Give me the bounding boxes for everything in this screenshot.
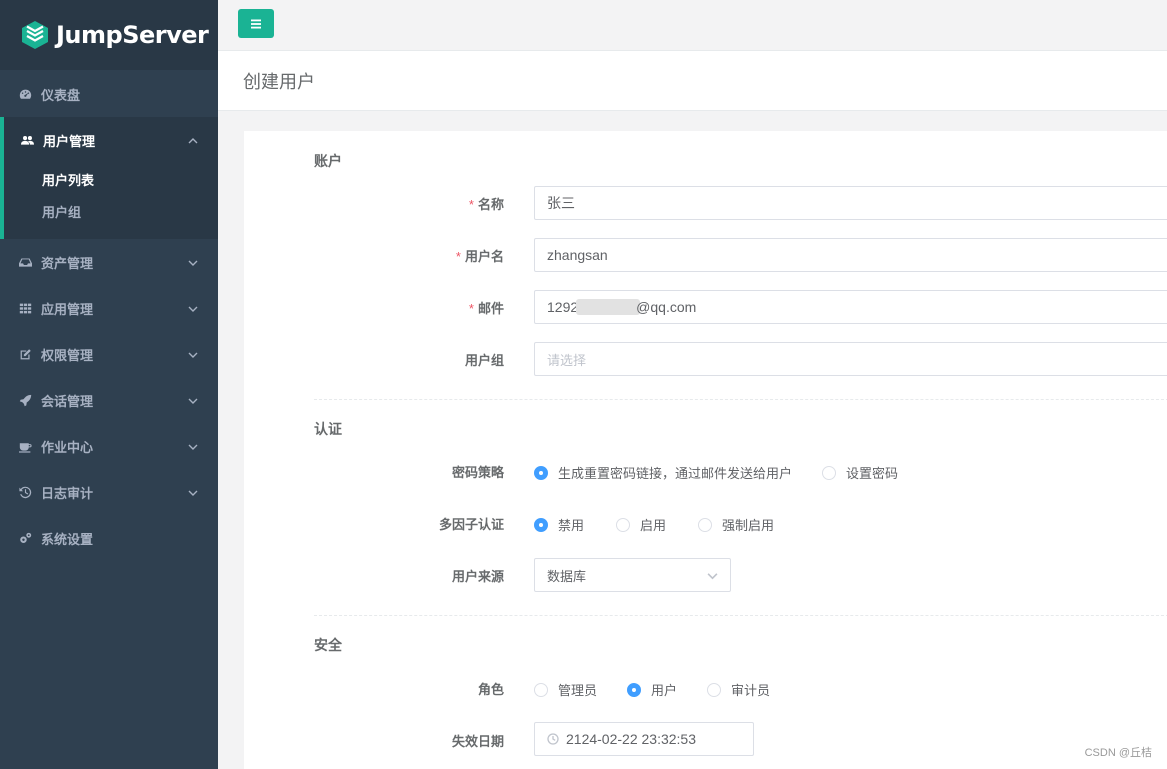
sidebar-subitem-user-list[interactable]: 用户列表 xyxy=(4,163,218,195)
inbox-icon xyxy=(18,255,32,269)
sidebar-item-applications[interactable]: 应用管理 xyxy=(0,285,218,331)
sidebar-item-label: 作业中心 xyxy=(41,439,94,455)
sidebar: JumpServer 仪表盘 用户管理 用户列表 用户组 资产管理 应用管理 权… xyxy=(0,0,218,769)
required-marker: * xyxy=(455,249,461,264)
sidebar-item-label: 资产管理 xyxy=(41,255,94,271)
chevron-down-icon xyxy=(188,394,198,404)
page-heading: 创建用户 xyxy=(218,51,1167,111)
radio-option-reset-link[interactable]: 生成重置密码链接，通过邮件发送给用户 xyxy=(534,463,792,482)
role-radio-group: 管理员 用户 审计员 xyxy=(534,680,800,699)
required-marker: * xyxy=(468,301,474,316)
mfa-radio-group: 禁用 启用 强制启用 xyxy=(534,515,804,534)
sidebar-item-label: 会话管理 xyxy=(41,393,94,409)
sidebar-item-label: 系统设置 xyxy=(41,531,94,547)
top-navbar xyxy=(218,0,1167,51)
radio-option-role-user[interactable]: 用户 xyxy=(627,680,677,699)
name-input[interactable]: 张三 xyxy=(534,186,1167,220)
coffee-icon xyxy=(18,439,32,453)
sidebar-item-label: 用户管理 xyxy=(43,133,96,149)
radio-checked-icon xyxy=(534,465,548,480)
page-title: 创建用户 xyxy=(243,72,315,92)
password-strategy-label: 密码策略 xyxy=(451,465,504,480)
redacted-blur xyxy=(576,299,641,315)
clock-icon xyxy=(547,733,559,745)
sidebar-item-label: 日志审计 xyxy=(41,485,94,501)
source-select[interactable]: 数据库 xyxy=(534,558,731,592)
expiry-label: 失效日期 xyxy=(451,734,504,749)
logo[interactable]: JumpServer xyxy=(0,0,218,70)
name-label: * 名称 xyxy=(468,197,504,212)
gears-icon xyxy=(18,531,32,545)
radio-unchecked-icon xyxy=(534,682,548,697)
hamburger-icon xyxy=(251,19,261,28)
source-label: 用户来源 xyxy=(451,569,504,584)
sidebar-item-dashboard[interactable]: 仪表盘 xyxy=(0,71,218,117)
sidebar-item-label: 仪表盘 xyxy=(41,87,81,103)
radio-unchecked-icon xyxy=(822,465,837,480)
radio-option-mfa-enabled[interactable]: 启用 xyxy=(616,515,666,534)
radio-unchecked-icon xyxy=(698,517,713,532)
chevron-down-icon xyxy=(188,486,198,496)
edit-icon xyxy=(18,347,32,361)
password-strategy-radio-group: 生成重置密码链接，通过邮件发送给用户 设置密码 xyxy=(534,463,928,482)
mfa-label: 多因子认证 xyxy=(438,517,504,532)
radio-unchecked-icon xyxy=(616,517,631,532)
sidebar-item-jobs[interactable]: 作业中心 xyxy=(0,423,218,469)
section-title-security: 安全 xyxy=(314,637,342,653)
chevron-down-icon xyxy=(188,256,198,266)
user-group-select[interactable]: 请选择 xyxy=(534,342,1167,376)
dashboard-icon xyxy=(18,87,32,101)
section-title-auth: 认证 xyxy=(314,421,342,437)
grid-icon xyxy=(18,301,32,315)
expiry-date-picker[interactable]: 2124-02-22 23:32:53 xyxy=(534,722,754,756)
email-label: * 邮件 xyxy=(468,301,504,316)
role-label: 角色 xyxy=(477,682,504,697)
radio-option-role-admin[interactable]: 管理员 xyxy=(534,680,597,699)
section-title-account: 账户 xyxy=(314,153,342,169)
chevron-down-icon xyxy=(188,440,198,450)
sidebar-item-label: 权限管理 xyxy=(41,347,94,363)
email-input[interactable]: 1292 @qq.com xyxy=(534,290,1167,324)
sidebar-group-users: 用户管理 用户列表 用户组 xyxy=(0,117,218,239)
chevron-up-icon xyxy=(188,134,198,144)
jumpserver-logo-icon xyxy=(22,21,48,49)
section-divider xyxy=(314,399,1167,400)
sidebar-item-settings[interactable]: 系统设置 xyxy=(0,515,218,561)
sidebar-item-users[interactable]: 用户管理 xyxy=(4,117,218,163)
sidebar-item-sessions[interactable]: 会话管理 xyxy=(0,377,218,423)
sidebar-item-assets[interactable]: 资产管理 xyxy=(0,239,218,285)
history-icon xyxy=(18,485,32,499)
rocket-icon xyxy=(18,393,32,407)
watermark: CSDN @丘桔 xyxy=(1084,747,1152,759)
sidebar-item-audit[interactable]: 日志审计 xyxy=(0,469,218,515)
sidebar-subitem-user-group[interactable]: 用户组 xyxy=(4,195,218,227)
chevron-down-icon xyxy=(707,572,718,579)
radio-option-set-password[interactable]: 设置密码 xyxy=(822,463,898,482)
chevron-down-icon xyxy=(188,348,198,358)
user-create-form: 账户 * 名称 张三 * 用户名 zhangsan * 邮件 1292 @qq.com … xyxy=(244,131,1167,769)
sidebar-item-permissions[interactable]: 权限管理 xyxy=(0,331,218,377)
radio-option-mfa-disabled[interactable]: 禁用 xyxy=(534,515,584,534)
username-label: * 用户名 xyxy=(455,249,504,264)
radio-option-role-auditor[interactable]: 审计员 xyxy=(707,680,770,699)
logo-text: JumpServer xyxy=(56,21,209,49)
chevron-down-icon xyxy=(188,302,198,312)
username-input[interactable]: zhangsan xyxy=(534,238,1167,272)
required-marker: * xyxy=(468,197,474,212)
radio-unchecked-icon xyxy=(707,682,722,697)
radio-checked-icon xyxy=(627,682,642,697)
users-icon xyxy=(20,133,34,147)
radio-option-mfa-forced[interactable]: 强制启用 xyxy=(698,515,774,534)
radio-checked-icon xyxy=(534,517,548,532)
user-group-label: 用户组 xyxy=(464,353,504,368)
sidebar-item-label: 应用管理 xyxy=(41,301,94,317)
menu-toggle-button[interactable] xyxy=(238,9,274,38)
section-divider xyxy=(314,615,1167,616)
